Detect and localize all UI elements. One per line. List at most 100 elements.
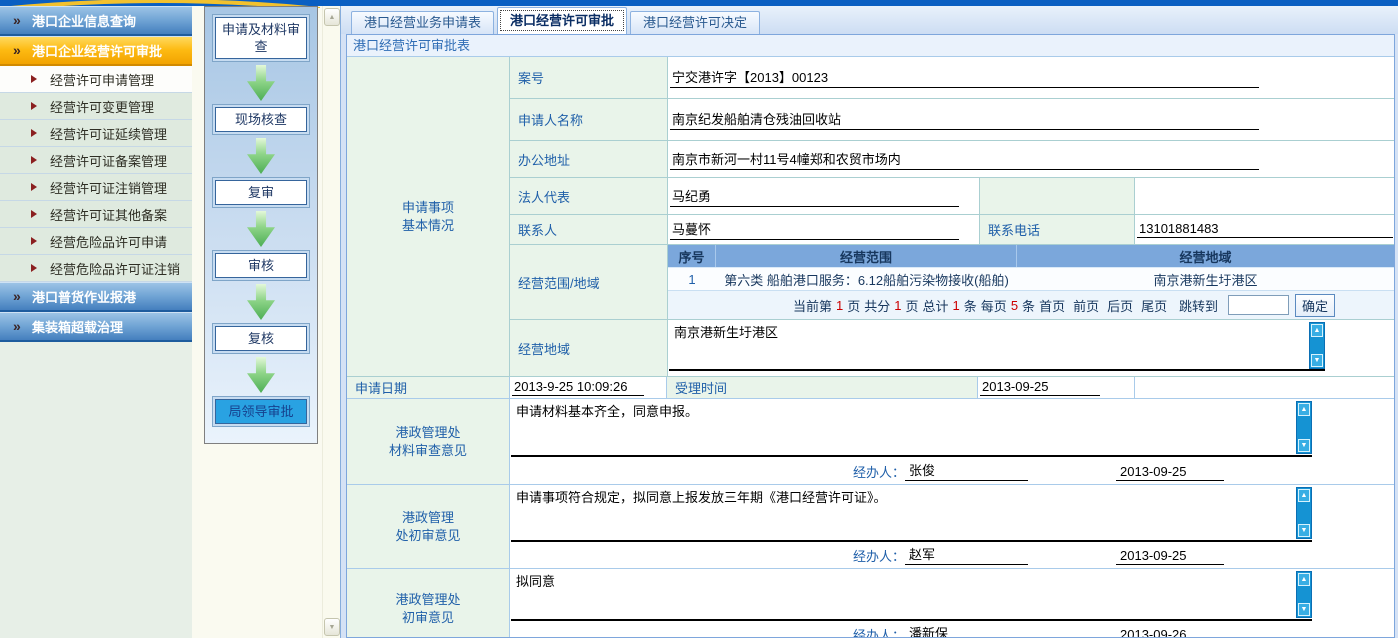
applicant-input[interactable]: 南京纪发船舶清仓残油回收站 — [670, 109, 1259, 130]
area-textarea[interactable]: 南京港新生圩港区 — [669, 320, 1325, 371]
approval-form: 港口经营许可审批表 申请事项 基本情况 案号 宁交港许字【2013】00123 — [346, 34, 1395, 638]
accept-time-input[interactable]: 2013-09-25 — [980, 379, 1100, 396]
field-cell-area: 南京港新生圩港区 ▲ ▼ — [668, 320, 1394, 377]
handler-name-input[interactable]: 潘新保 — [905, 623, 1028, 638]
field-cell-applicant: 南京纪发船舶清仓残油回收站 — [668, 99, 1394, 141]
textarea-scrollbar[interactable]: ▲ ▼ — [1309, 322, 1325, 369]
sidebar-subitem-license-record-mgmt[interactable]: 经营许可证备案管理 — [0, 147, 192, 174]
menu-bullet-icon: » — [13, 288, 21, 304]
field-label-office-address: 办公地址 — [510, 141, 668, 178]
sidebar-subitem-license-change-mgmt[interactable]: 经营许可变更管理 — [0, 93, 192, 120]
scrollbar-track[interactable] — [1310, 338, 1324, 353]
row-no: 1 — [668, 268, 716, 290]
handler-date-input[interactable]: 2013-09-26 — [1116, 627, 1224, 638]
workflow-step-re-review[interactable]: 复审 — [215, 180, 307, 205]
pg-next-link[interactable]: 后页 — [1107, 296, 1133, 315]
opinion-first-review: 港政管理 处初审意见 申请事项符合规定，拟同意上报发放三年期《港口经营许可证》。… — [347, 485, 1394, 569]
workflow-step-audit[interactable]: 审核 — [215, 253, 307, 278]
menu-bullet-icon: » — [13, 318, 21, 334]
arrow-icon — [31, 75, 37, 83]
office-address-input[interactable]: 南京市新河一村11号4幢郑和农贸市场内 — [670, 149, 1259, 170]
form-title: 港口经营许可审批表 — [347, 35, 1394, 57]
textarea-scrollbar[interactable]: ▲ ▼ — [1296, 571, 1312, 618]
field-cell-accept-time: 2013-09-25 — [978, 377, 1135, 399]
scroll-up-icon[interactable]: ▲ — [1311, 324, 1323, 337]
page-jump-ok-button[interactable]: 确定 — [1295, 294, 1335, 317]
scroll-down-icon[interactable]: ▼ — [1298, 524, 1310, 537]
subitem-label: 经营许可证备案管理 — [50, 151, 167, 170]
workflow-step-application-review[interactable]: 申请及材料审查 — [215, 17, 307, 59]
contact-input[interactable]: 马蔓怀 — [670, 219, 959, 240]
opinion-content: 拟同意 ▲ ▼ 经办人： 潘新保 2013-09-26 — [510, 569, 1394, 638]
pg-current-prefix: 当前第 — [793, 296, 832, 315]
textarea-scrollbar[interactable]: ▲ ▼ — [1296, 487, 1312, 539]
pg-prev-link[interactable]: 前页 — [1073, 296, 1099, 315]
tab-license-decision[interactable]: 港口经营许可决定 — [630, 11, 760, 34]
scope-table-row[interactable]: 1 第六类 船舶港口服务：6.12船舶污染物接收(船舶) 南京港新生圩港区 — [668, 267, 1394, 291]
arrow-icon — [31, 129, 37, 137]
case-no-input[interactable]: 宁交港许字【2013】00123 — [670, 67, 1259, 88]
arrow-icon — [31, 156, 37, 164]
main-vertical-scrollbar[interactable]: ▲ ▼ — [322, 6, 340, 638]
field-label-legal-rep: 法人代表 — [510, 178, 668, 215]
scroll-down-icon[interactable]: ▼ — [1298, 603, 1310, 616]
opinion-textarea[interactable]: 申请事项符合规定，拟同意上报发放三年期《港口经营许可证》。 — [511, 485, 1312, 542]
scrollbar-track[interactable] — [1297, 587, 1311, 602]
apply-date-input[interactable]: 2013-9-25 10:09:26 — [512, 379, 644, 396]
scroll-up-icon[interactable]: ▲ — [1298, 489, 1310, 502]
sidebar-subitem-license-renewal-mgmt[interactable]: 经营许可证延续管理 — [0, 120, 192, 147]
scroll-up-icon[interactable]: ▲ — [1298, 403, 1310, 416]
sidebar-item-container-overload[interactable]: » 集装箱超载治理 — [0, 312, 192, 342]
legal-rep-input[interactable]: 马纪勇 — [670, 186, 959, 207]
scroll-down-icon[interactable]: ▼ — [1298, 439, 1310, 452]
handler-label: 经办人： — [853, 462, 905, 481]
sidebar-subitem-license-apply-mgmt[interactable]: 经营许可申请管理 — [0, 66, 192, 93]
textarea-scrollbar[interactable]: ▲ ▼ — [1296, 401, 1312, 454]
row-scope: 第六类 船舶港口服务：6.12船舶污染物接收(船舶) — [716, 268, 1017, 290]
pg-total-prefix: 总计 — [923, 296, 949, 315]
scrollbar-track[interactable] — [1297, 503, 1311, 523]
scroll-up-icon[interactable]: ▲ — [1298, 573, 1310, 586]
subitem-label: 经营许可证注销管理 — [50, 178, 167, 197]
pg-first-link[interactable]: 首页 — [1039, 296, 1065, 315]
date-row: 申请日期 2013-9-25 10:09:26 受理时间 2013-09-25 — [347, 377, 1394, 399]
workflow-step-site-check[interactable]: 现场核查 — [215, 107, 307, 132]
pg-last-link[interactable]: 尾页 — [1141, 296, 1167, 315]
field-label-area: 经营地域 — [510, 320, 668, 377]
tab-license-approval[interactable]: 港口经营许可审批 — [497, 7, 627, 34]
scroll-up-icon[interactable]: ▲ — [324, 8, 340, 26]
sidebar-item-general-cargo-report[interactable]: » 港口普货作业报港 — [0, 282, 192, 312]
opinion-textarea[interactable]: 拟同意 — [511, 569, 1312, 621]
handler-name-input[interactable]: 赵军 — [905, 544, 1028, 565]
sidebar-subitem-license-other-record[interactable]: 经营许可证其他备案 — [0, 201, 192, 228]
scroll-down-icon[interactable]: ▼ — [1311, 354, 1323, 367]
field-cell-contact: 马蔓怀 — [668, 215, 980, 245]
tab-business-application-form[interactable]: 港口经营业务申请表 — [351, 11, 494, 34]
opinion-content: 申请事项符合规定，拟同意上报发放三年期《港口经营许可证》。 ▲ ▼ 经办人： 赵… — [510, 485, 1394, 569]
sidebar-nav: » 港口企业信息查询 » 港口企业经营许可审批 经营许可申请管理 经营许可变更管… — [0, 6, 192, 638]
opinion-textarea[interactable]: 申请材料基本齐全，同意申报。 — [511, 399, 1312, 457]
subitem-label: 经营许可申请管理 — [50, 70, 154, 89]
phone-input[interactable]: 13101881483 — [1137, 221, 1393, 238]
pg-per-prefix: 每页 — [981, 296, 1007, 315]
opinion-content: 申请材料基本齐全，同意申报。 ▲ ▼ 经办人： 张俊 2013-09-25 — [510, 399, 1394, 485]
sidebar-item-port-enterprise-info-query[interactable]: » 港口企业信息查询 — [0, 6, 192, 36]
tab-strip: 港口经营业务申请表 港口经营许可审批 港口经营许可决定 — [341, 6, 1398, 34]
field-label-scope-area: 经营范围/地域 — [510, 245, 668, 320]
section-label-line2: 基本情况 — [402, 217, 454, 235]
sidebar-subitem-dangerous-goods-apply[interactable]: 经营危险品许可申请 — [0, 228, 192, 255]
scrollbar-track[interactable] — [1297, 417, 1311, 438]
page-jump-input[interactable] — [1228, 295, 1289, 315]
sidebar-subitem-license-cancel-mgmt[interactable]: 经营许可证注销管理 — [0, 174, 192, 201]
field-cell-apply-date: 2013-9-25 10:09:26 — [510, 377, 667, 399]
sidebar-item-label: 港口普货作业报港 — [32, 287, 136, 306]
workflow-step-recheck[interactable]: 复核 — [215, 326, 307, 351]
arrow-icon — [31, 210, 37, 218]
handler-name-input[interactable]: 张俊 — [905, 460, 1028, 481]
handler-date-input[interactable]: 2013-09-25 — [1116, 464, 1224, 481]
workflow-step-leader-approval[interactable]: 局领导审批 — [215, 399, 307, 424]
handler-date-input[interactable]: 2013-09-25 — [1116, 548, 1224, 565]
scroll-down-icon[interactable]: ▼ — [324, 618, 340, 636]
sidebar-subitem-dangerous-goods-cancel[interactable]: 经营危险品许可证注销 — [0, 255, 192, 282]
sidebar-item-port-license-approval[interactable]: » 港口企业经营许可审批 — [0, 36, 192, 66]
